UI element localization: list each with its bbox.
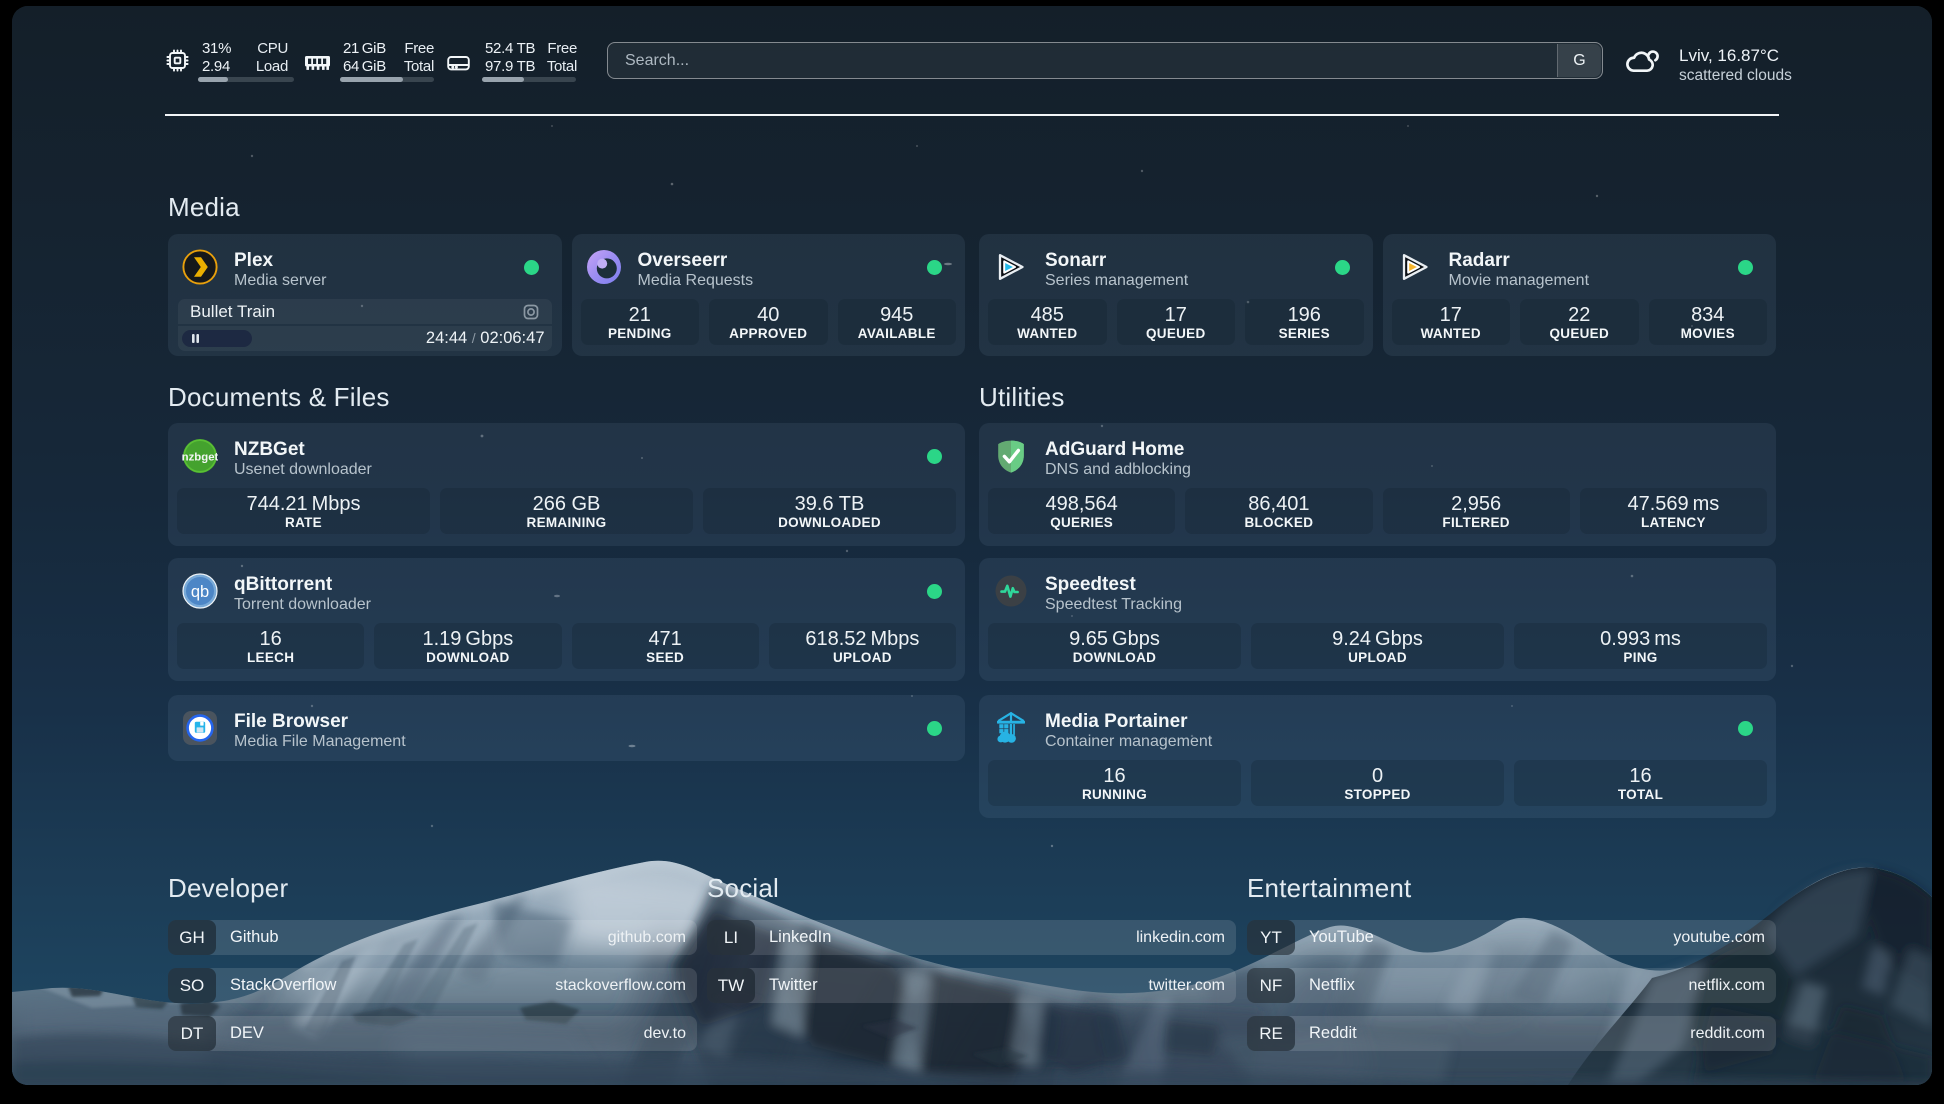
svg-text:qb: qb: [191, 583, 209, 601]
svg-text:nzbget: nzbget: [182, 451, 218, 463]
